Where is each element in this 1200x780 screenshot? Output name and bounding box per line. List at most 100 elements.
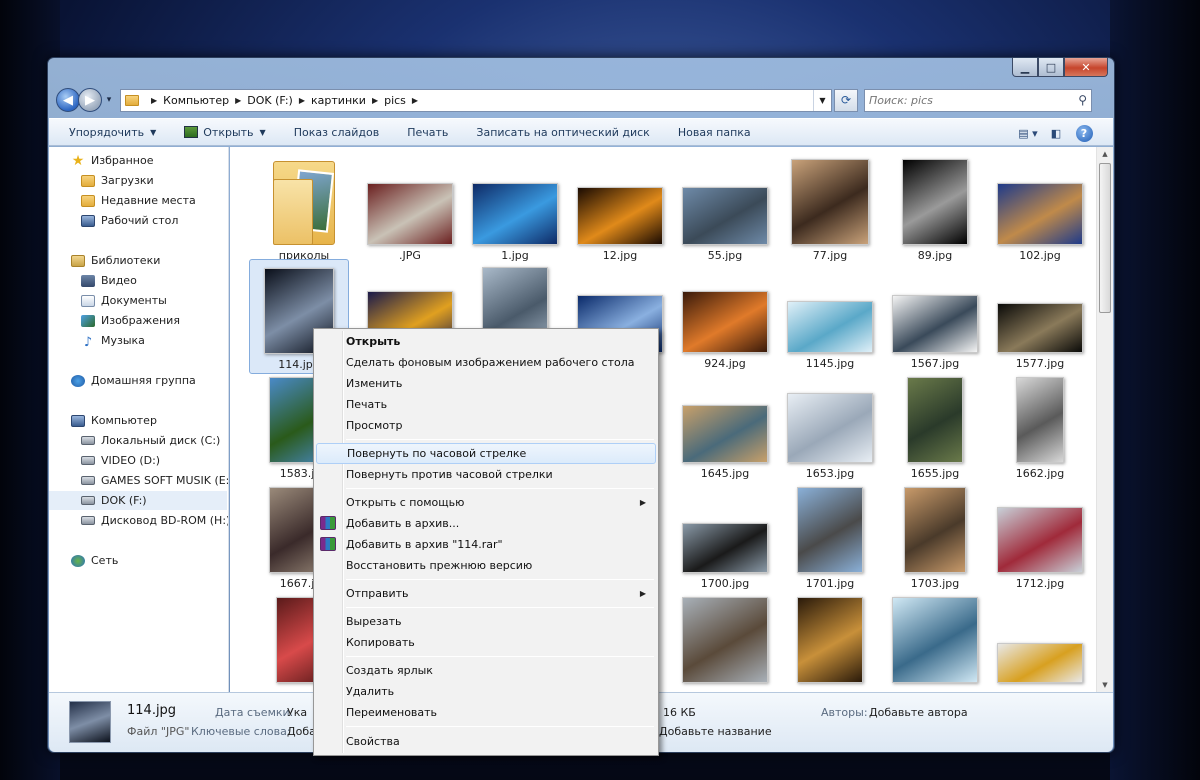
- menu-create-shortcut[interactable]: Создать ярлык: [316, 660, 656, 681]
- nav-drive-d[interactable]: VIDEO (D:): [81, 451, 160, 470]
- file-item[interactable]: [990, 593, 1090, 687]
- help-icon[interactable]: ?: [1075, 124, 1093, 142]
- drive-icon: [81, 456, 95, 465]
- file-item[interactable]: 12.jpg: [570, 155, 670, 262]
- menu-set-wallpaper[interactable]: Сделать фоновым изображением рабочего ст…: [316, 352, 656, 373]
- file-item[interactable]: 924.jpg: [675, 263, 775, 370]
- breadcrumb-kartinki[interactable]: картинки: [311, 94, 366, 107]
- file-item[interactable]: 1577.jpg: [990, 263, 1090, 370]
- nav-homegroup[interactable]: Домашняя группа: [71, 371, 196, 390]
- breadcrumb-computer[interactable]: Компьютер: [163, 94, 229, 107]
- menu-print[interactable]: Печать: [316, 394, 656, 415]
- menu-copy[interactable]: Копировать: [316, 632, 656, 653]
- forward-button[interactable]: ▶: [78, 88, 102, 112]
- file-item[interactable]: 1145.jpg: [780, 263, 880, 370]
- organize-button[interactable]: Упорядочить ▼: [69, 126, 156, 139]
- nav-documents[interactable]: Документы: [81, 291, 167, 310]
- nav-music[interactable]: ♪ Музыка: [81, 331, 145, 350]
- file-item[interactable]: 1.jpg: [465, 155, 565, 262]
- nav-recent[interactable]: Недавние места: [81, 191, 196, 210]
- file-item[interactable]: 1662.jpg: [990, 373, 1090, 480]
- file-item[interactable]: 1700.jpg: [675, 483, 775, 590]
- breadcrumb: ▶ Компьютер ▶ DOK (F:) ▶ картинки ▶ pics…: [145, 94, 424, 107]
- file-item[interactable]: 1567.jpg: [885, 263, 985, 370]
- file-item[interactable]: 1653.jpg: [780, 373, 880, 480]
- file-item[interactable]: [885, 593, 985, 687]
- scroll-down-icon[interactable]: ▼: [1097, 678, 1113, 692]
- breadcrumb-dok[interactable]: DOK (F:): [247, 94, 293, 107]
- file-item[interactable]: 1703.jpg: [885, 483, 985, 590]
- nav-libraries[interactable]: Библиотеки: [71, 251, 160, 270]
- file-item[interactable]: 1645.jpg: [675, 373, 775, 480]
- details-keywords-value[interactable]: Доба: [287, 725, 316, 738]
- chevron-right-icon[interactable]: ▶: [235, 96, 241, 105]
- search-input[interactable]: [869, 93, 1079, 107]
- file-item[interactable]: 77.jpg: [780, 155, 880, 262]
- slideshow-button[interactable]: Показ слайдов: [294, 126, 380, 139]
- menu-rotate-clockwise[interactable]: Повернуть по часовой стрелке: [316, 443, 656, 464]
- menu-preview[interactable]: Просмотр: [316, 415, 656, 436]
- chevron-right-icon[interactable]: ▶: [151, 96, 157, 105]
- history-dropdown-icon[interactable]: ▾: [102, 95, 116, 105]
- menu-rename[interactable]: Переименовать: [316, 702, 656, 723]
- file-item[interactable]: [675, 593, 775, 687]
- refresh-button[interactable]: ⟳: [834, 88, 858, 112]
- file-item[interactable]: 102.jpg: [990, 155, 1090, 262]
- vertical-scrollbar[interactable]: ▲ ▼: [1096, 147, 1113, 692]
- menu-add-to-archive[interactable]: Добавить в архив...: [316, 513, 656, 534]
- nav-images[interactable]: Изображения: [81, 311, 180, 330]
- nav-downloads[interactable]: Загрузки: [81, 171, 154, 190]
- menu-delete[interactable]: Удалить: [316, 681, 656, 702]
- search-icon[interactable]: ⚲: [1078, 93, 1087, 107]
- nav-computer[interactable]: Компьютер: [71, 411, 157, 430]
- file-item[interactable]: 1701.jpg: [780, 483, 880, 590]
- view-options-icon[interactable]: ▤ ▾: [1017, 123, 1039, 143]
- file-item[interactable]: 1655.jpg: [885, 373, 985, 480]
- menu-open-with[interactable]: Открыть с помощью ▶: [316, 492, 656, 513]
- menu-send-to[interactable]: Отправить ▶: [316, 583, 656, 604]
- maximize-button[interactable]: □: [1038, 58, 1064, 77]
- open-button[interactable]: Открыть ▼: [184, 126, 266, 139]
- address-dropdown-icon[interactable]: ▼: [813, 89, 831, 111]
- menu-restore-previous-version[interactable]: Восстановить прежнюю версию: [316, 555, 656, 576]
- file-item[interactable]: [780, 593, 880, 687]
- search-box[interactable]: ⚲: [864, 88, 1092, 112]
- file-item[interactable]: 89.jpg: [885, 155, 985, 262]
- nav-drive-h[interactable]: Дисковод BD-ROM (H:) F: [81, 511, 228, 530]
- menu-properties[interactable]: Свойства: [316, 731, 656, 752]
- menu-add-to-named-archive[interactable]: Добавить в архив "114.rar": [316, 534, 656, 555]
- chevron-right-icon[interactable]: ▶: [299, 96, 305, 105]
- print-button[interactable]: Печать: [407, 126, 448, 139]
- nav-network[interactable]: Сеть: [71, 551, 118, 570]
- nav-drive-f[interactable]: DOK (F:): [49, 491, 227, 510]
- image-thumbnail: [892, 295, 978, 353]
- back-button[interactable]: ◀: [56, 88, 80, 112]
- scroll-up-icon[interactable]: ▲: [1097, 147, 1113, 161]
- details-title-value[interactable]: Добавьте название: [659, 725, 772, 738]
- breadcrumb-pics[interactable]: pics: [384, 94, 406, 107]
- burn-button[interactable]: Записать на оптический диск: [476, 126, 649, 139]
- scrollbar-thumb[interactable]: [1099, 163, 1111, 313]
- menu-rotate-counterclockwise[interactable]: Повернуть против часовой стрелки: [316, 464, 656, 485]
- menu-edit[interactable]: Изменить: [316, 373, 656, 394]
- nav-favorites[interactable]: ★ Избранное: [71, 151, 154, 170]
- chevron-right-icon[interactable]: ▶: [372, 96, 378, 105]
- nav-video[interactable]: Видео: [81, 271, 137, 290]
- new-folder-button[interactable]: Новая папка: [678, 126, 751, 139]
- minimize-button[interactable]: ▁: [1012, 58, 1038, 77]
- preview-pane-icon[interactable]: ◧: [1045, 123, 1067, 143]
- nav-desktop[interactable]: Рабочий стол: [81, 211, 178, 230]
- file-item[interactable]: 1712.jpg: [990, 483, 1090, 590]
- file-item[interactable]: 55.jpg: [675, 155, 775, 262]
- folder-item[interactable]: приколы: [254, 155, 354, 262]
- close-button[interactable]: ✕: [1064, 58, 1108, 77]
- file-item[interactable]: .JPG: [360, 155, 460, 262]
- menu-open[interactable]: Открыть: [316, 331, 656, 352]
- chevron-right-icon[interactable]: ▶: [412, 96, 418, 105]
- menu-cut[interactable]: Вырезать: [316, 611, 656, 632]
- address-bar[interactable]: ▶ Компьютер ▶ DOK (F:) ▶ картинки ▶ pics…: [120, 88, 832, 112]
- details-authors-value[interactable]: Добавьте автора: [869, 706, 968, 719]
- nav-drive-c[interactable]: Локальный диск (C:): [81, 431, 220, 450]
- nav-drive-e[interactable]: GAMES SOFT MUSIK (E:): [81, 471, 228, 490]
- details-date-value[interactable]: Ука: [287, 706, 307, 719]
